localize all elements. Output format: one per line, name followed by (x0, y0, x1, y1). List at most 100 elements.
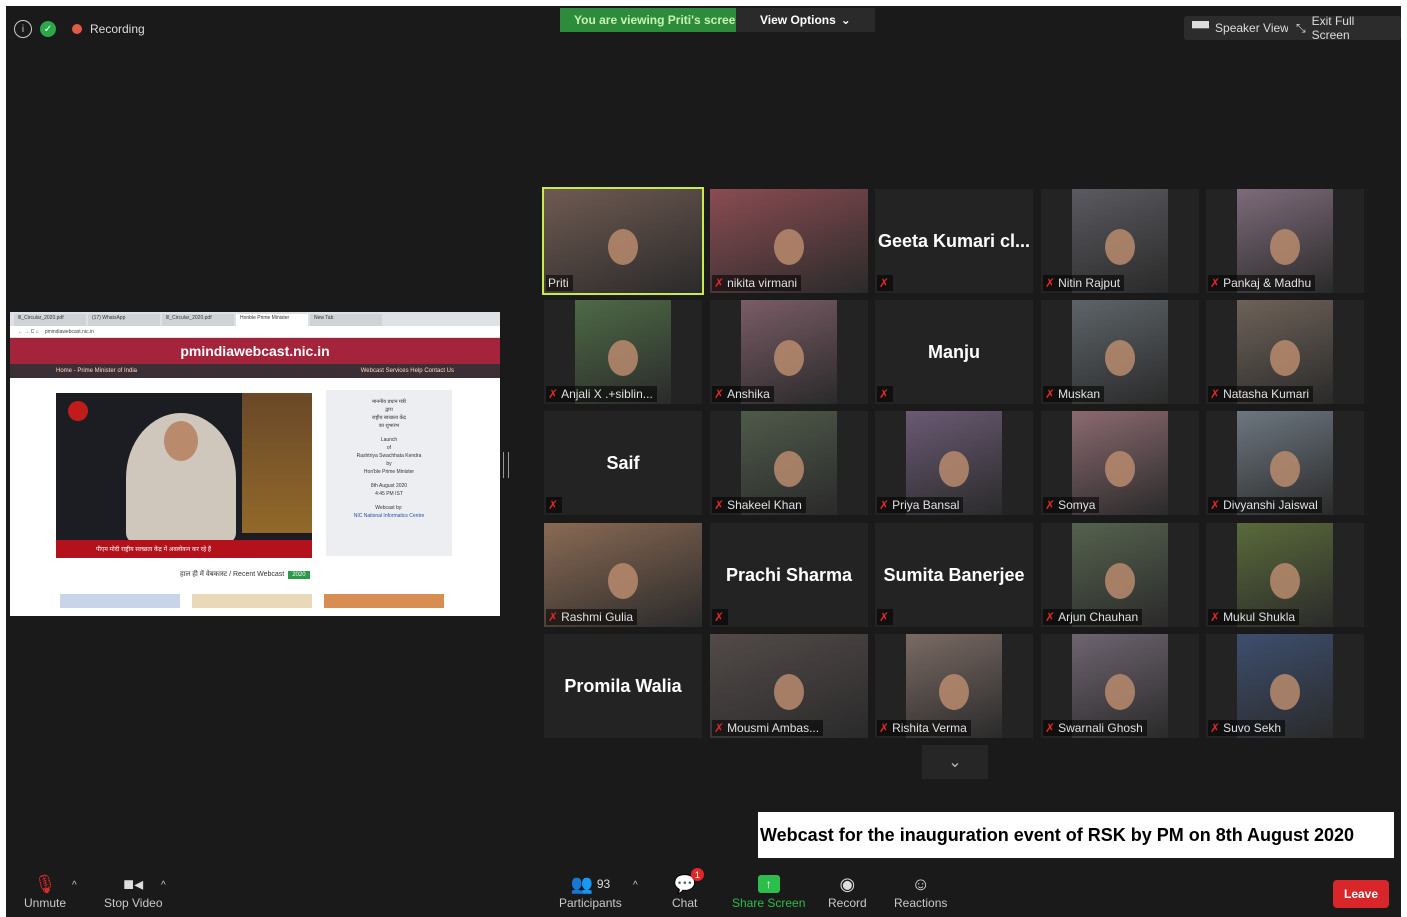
participant-face (608, 562, 638, 599)
participant-face (1270, 228, 1300, 265)
browser-tab[interactable]: (17) WhatsApp (88, 314, 160, 326)
participant-tile[interactable]: ✗ Mousmi Ambas... (710, 634, 868, 738)
participant-tile[interactable]: ✗ Swarnali Ghosh (1041, 634, 1199, 738)
participant-tile[interactable]: ✗ Arjun Chauhan (1041, 523, 1199, 627)
participant-label: ✗ Rashmi Gulia (546, 609, 638, 625)
record-label: Record (828, 896, 867, 910)
participant-tile[interactable]: ✗ Suvo Sekh (1206, 634, 1364, 738)
video-options-caret[interactable]: ^ (161, 880, 166, 891)
speaker-view-label: Speaker View (1215, 21, 1289, 35)
site-nav-home[interactable]: Home - Prime Minister of India (56, 368, 137, 374)
recording-label[interactable]: Recording (90, 22, 145, 36)
participants-button[interactable]: 👥 93 Participants (559, 872, 622, 911)
stop-video-button[interactable]: ■◂ Stop Video (104, 872, 163, 911)
participant-tile[interactable]: ✗ nikita virmani (710, 189, 868, 293)
participant-label: ✗ nikita virmani (712, 275, 802, 291)
news-ticker: पीएम मोदी राष्ट्रीय स्वच्छता केंद्र में … (56, 540, 312, 558)
invite-line: Rashtriya Swachhata Kendra (356, 453, 422, 459)
participant-tile[interactable]: Geeta Kumari cl... ✗ (875, 189, 1033, 293)
thumbnail[interactable] (60, 594, 180, 608)
invite-line: NIC National Informatics Centre (353, 513, 425, 519)
thumbnail[interactable] (324, 594, 444, 608)
share-screen-button[interactable]: ↑ Share Screen (732, 872, 805, 910)
participant-face (608, 228, 638, 265)
browser-tab[interactable]: lll_Circular_2020.pdf (162, 314, 234, 326)
view-options-button[interactable]: View Options ⌄ (736, 8, 875, 32)
participant-tile[interactable]: Priti (542, 187, 704, 295)
site-header: pmindiawebcast.nic.in (10, 338, 500, 364)
shield-icon[interactable]: ✓ (40, 21, 56, 37)
participant-name: Rashmi Gulia (561, 610, 634, 624)
info-icon[interactable]: i (14, 20, 32, 38)
participant-tile[interactable]: ✗ Anshika (710, 300, 868, 404)
participant-name: Mousmi Ambas... (727, 721, 820, 735)
participant-name: Somya (1058, 498, 1096, 512)
participant-display-name: Sumita Banerjee (883, 564, 1025, 585)
unmute-button[interactable]: 🎙 Unmute (24, 872, 66, 911)
participant-tile[interactable]: ✗ Rashmi Gulia (544, 523, 702, 627)
participant-name: Rishita Verma (892, 721, 967, 735)
participants-options-caret[interactable]: ^ (633, 880, 638, 891)
site-nav-links[interactable]: Webcast Services Help Contact Us (361, 368, 454, 374)
site-title: pmindiawebcast.nic.in (180, 343, 330, 359)
share-screen-label: Share Screen (732, 896, 806, 910)
participant-face (1105, 562, 1135, 599)
site-body: पीएम मोदी राष्ट्रीय स्वच्छता केंद्र में … (10, 378, 500, 610)
browser-tab[interactable]: New Tab (310, 314, 382, 326)
recent-webcast-label: हाल ही में वेबकास्ट / Recent Webcast (180, 571, 285, 578)
participant-tile[interactable]: ✗ Mukul Shukla (1206, 523, 1364, 627)
participant-tile[interactable]: ✗ Muskan (1041, 300, 1199, 404)
participant-tile[interactable]: ✗ Somya (1041, 411, 1199, 515)
participant-face (1105, 228, 1135, 265)
browser-tab-active[interactable]: Honble Prime Minister (236, 314, 308, 326)
participant-face (939, 450, 969, 487)
participant-tile[interactable]: ✗ Anjali X .+siblin... (544, 300, 702, 404)
participant-tile[interactable]: Manju ✗ (875, 300, 1033, 404)
mic-muted-icon: ✗ (1210, 387, 1221, 401)
participant-label: ✗ (877, 386, 894, 402)
next-page-button[interactable]: ⌄ (922, 745, 988, 779)
mic-muted-icon: ✗ (1210, 276, 1221, 290)
speaker-view-button[interactable]: ▀▀ Speaker View (1184, 16, 1297, 40)
mic-muted-icon: ✗ (714, 610, 725, 624)
participant-tile[interactable]: Sumita Banerjee ✗ (875, 523, 1033, 627)
video-face (164, 421, 198, 461)
participant-tile[interactable]: Saif ✗ (544, 411, 702, 515)
split-handle[interactable] (503, 452, 509, 478)
exit-full-screen-button[interactable]: ⤡ Exit Full Screen (1288, 14, 1401, 42)
participant-tile[interactable]: ✗ Priya Bansal (875, 411, 1033, 515)
participant-tile[interactable]: ✗ Rishita Verma (875, 634, 1033, 738)
invite-line: Webcast by: (375, 505, 403, 511)
participant-tile[interactable]: ✗ Divyanshi Jaiswal (1206, 411, 1364, 515)
participant-tile[interactable]: ✗ Shakeel Khan (710, 411, 868, 515)
mic-muted-icon: ✗ (548, 387, 559, 401)
mic-muted-icon: ✗ (1210, 610, 1221, 624)
recent-thumbnails (60, 594, 444, 608)
participant-tile[interactable]: Promila Walia (544, 634, 702, 738)
participant-face (1105, 339, 1135, 376)
participant-face (1105, 673, 1135, 710)
participant-tile[interactable]: Prachi Sharma ✗ (710, 523, 868, 627)
invite-line: of (386, 445, 392, 451)
webcast-video[interactable]: पीएम मोदी राष्ट्रीय स्वच्छता केंद्र में … (56, 393, 312, 558)
participant-tile[interactable]: ✗ Natasha Kumari (1206, 300, 1364, 404)
thumbnail[interactable] (192, 594, 312, 608)
shared-screen[interactable]: lll_Circular_2020.pdf (17) WhatsApp lll_… (10, 312, 500, 616)
reactions-button[interactable]: ☺ Reactions (894, 872, 947, 911)
chat-label: Chat (672, 896, 698, 910)
audio-options-caret[interactable]: ^ (72, 880, 77, 891)
record-button[interactable]: ◉ Record (828, 872, 867, 911)
chat-icon: 💬 1 (673, 868, 704, 896)
participant-label: Priti (546, 275, 573, 291)
participant-tile[interactable]: ✗ Nitin Rajput (1041, 189, 1199, 293)
participant-label: ✗ Suvo Sekh (1208, 720, 1286, 736)
browser-tab[interactable]: lll_Circular_2020.pdf (14, 314, 86, 326)
leave-button[interactable]: Leave (1333, 880, 1389, 908)
mic-muted-icon: ✗ (1045, 387, 1056, 401)
participant-tile[interactable]: ✗ Pankaj & Madhu (1206, 189, 1364, 293)
chat-button[interactable]: 💬 1 Chat (672, 868, 704, 910)
year-dropdown[interactable]: 2020 (288, 570, 310, 579)
browser-address-bar[interactable]: ← → C ⌂ pmindiawebcast.nic.in (10, 326, 500, 338)
mic-muted-icon: ✗ (1210, 498, 1221, 512)
mic-muted-icon: ✗ (1045, 721, 1056, 735)
